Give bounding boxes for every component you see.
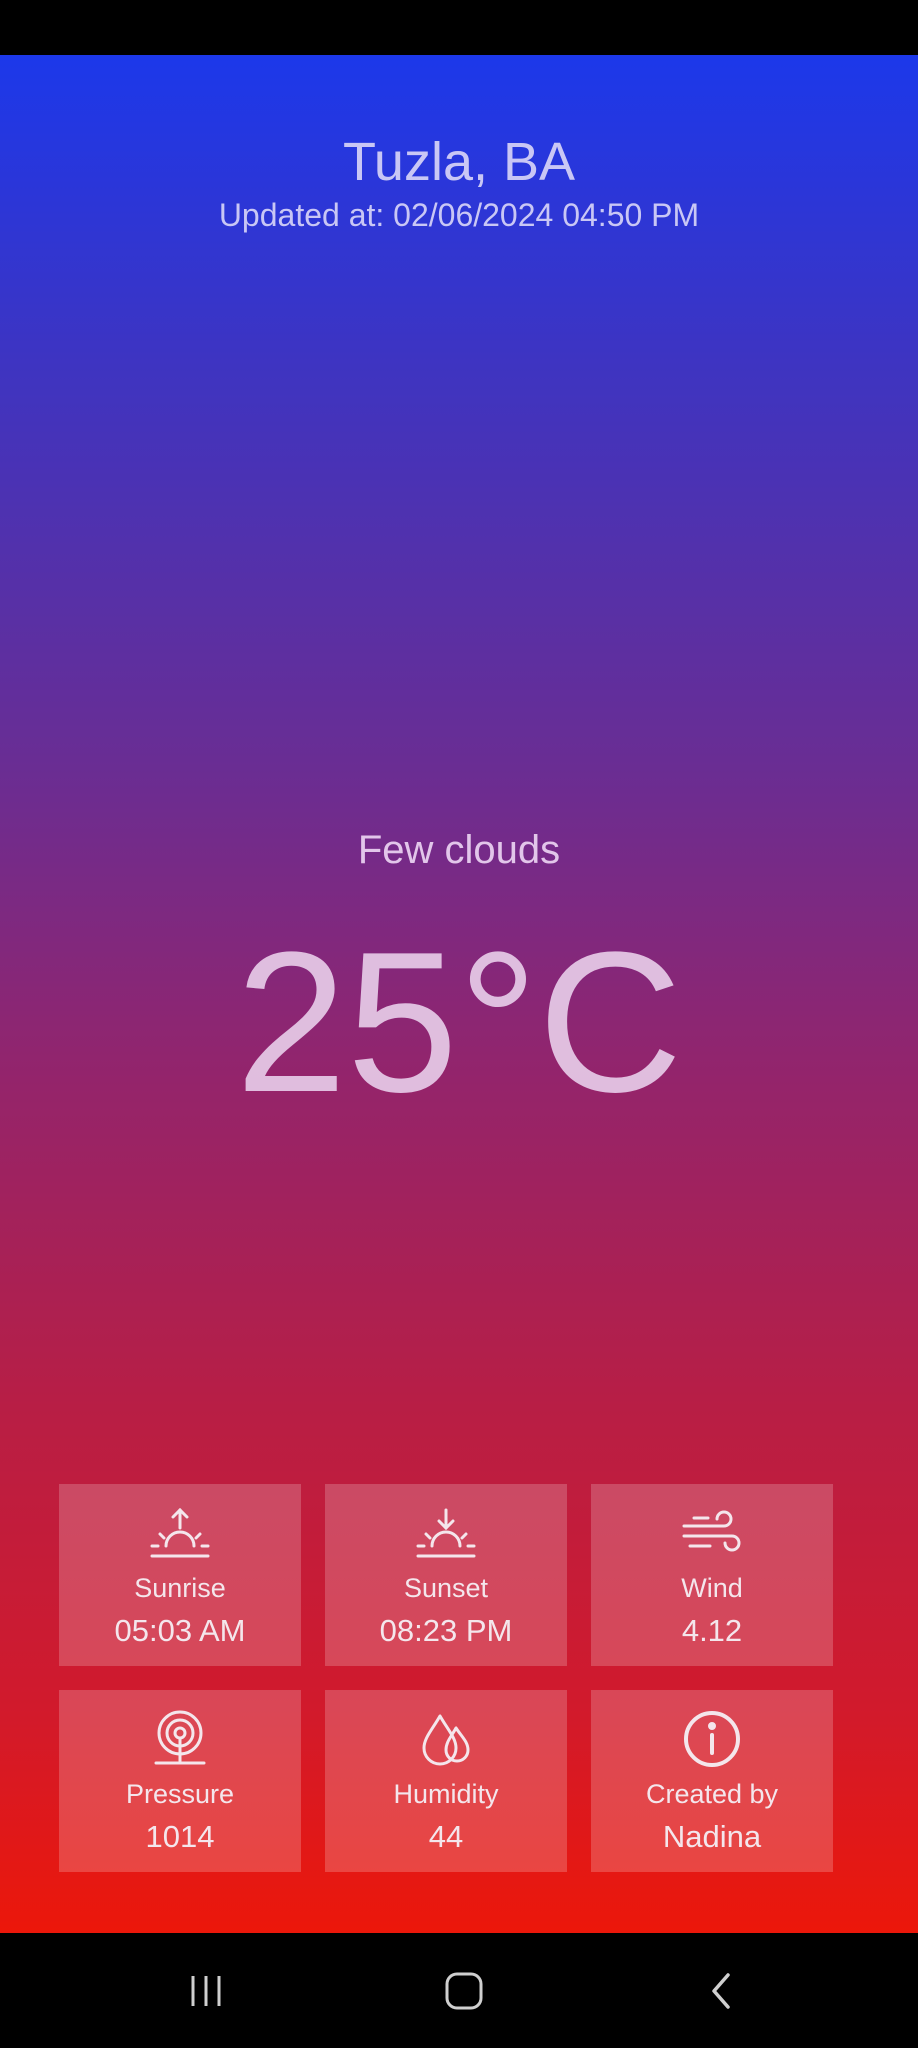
back-button[interactable]	[651, 1933, 791, 2048]
location-title: Tuzla, BA	[342, 132, 576, 192]
wind-icon	[591, 1506, 833, 1560]
weather-condition: Few clouds	[357, 828, 561, 872]
weather-app-screen: Tuzla, BA Updated at: 02/06/2024 04:50 P…	[0, 55, 918, 1933]
temperature-display: 25°C	[235, 911, 683, 1134]
humidity-icon	[325, 1712, 567, 1766]
recent-apps-icon	[191, 1975, 221, 2006]
created-by-label: Created by	[645, 1779, 779, 1809]
created-by-card: Created by Nadina	[591, 1690, 833, 1872]
status-bar	[0, 0, 918, 55]
humidity-card: Humidity 44	[325, 1690, 567, 1872]
info-icon	[591, 1711, 833, 1767]
pressure-value: 1014	[145, 1819, 215, 1854]
wind-value: 4.12	[681, 1613, 743, 1648]
wind-label: Wind	[681, 1573, 743, 1603]
sunset-label: Sunset	[403, 1573, 489, 1603]
home-button[interactable]	[394, 1933, 534, 2048]
sunset-value: 08:23 PM	[379, 1613, 513, 1648]
back-icon	[712, 1972, 730, 2009]
humidity-value: 44	[428, 1819, 464, 1854]
updated-timestamp: Updated at: 02/06/2024 04:50 PM	[218, 197, 700, 233]
pressure-icon	[59, 1710, 301, 1766]
sunrise-card: Sunrise 05:03 AM	[59, 1484, 301, 1666]
sunrise-value: 05:03 AM	[114, 1613, 246, 1648]
recent-apps-button[interactable]	[137, 1933, 277, 2048]
sunrise-label: Sunrise	[134, 1573, 226, 1603]
sunrise-icon	[59, 1506, 301, 1560]
wind-card: Wind 4.12	[591, 1484, 833, 1666]
created-by-value: Nadina	[662, 1819, 762, 1854]
sunset-card: Sunset 08:23 PM	[325, 1484, 567, 1666]
navigation-bar	[0, 1933, 918, 2048]
pressure-card: Pressure 1014	[59, 1690, 301, 1872]
home-icon	[445, 1972, 483, 2009]
pressure-label: Pressure	[125, 1779, 235, 1809]
sunset-icon	[325, 1506, 567, 1560]
humidity-label: Humidity	[393, 1779, 499, 1809]
